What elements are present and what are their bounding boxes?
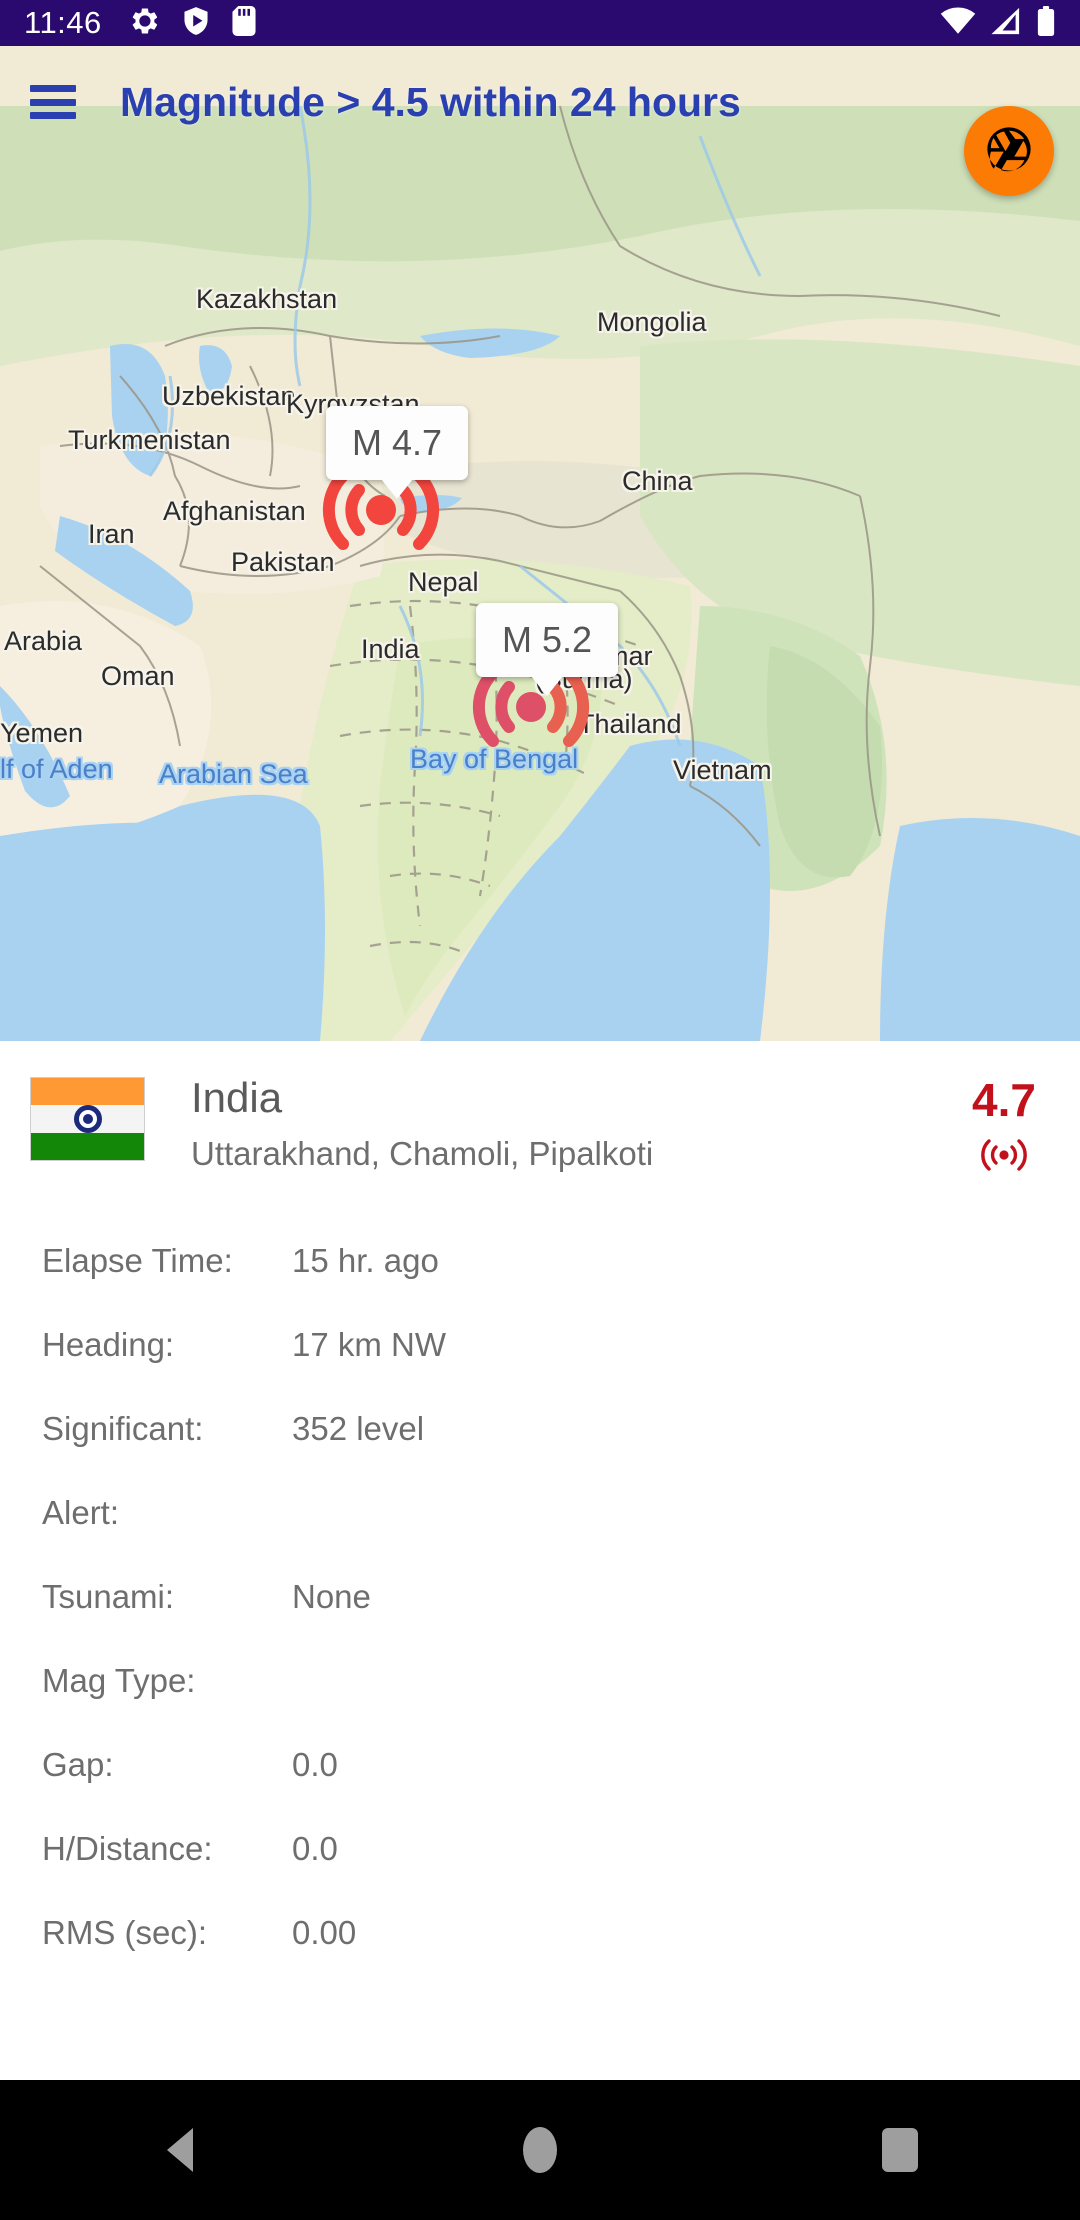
map-canvas xyxy=(0,46,1080,1041)
detail-row: Tsunami: None xyxy=(42,1578,1038,1616)
sd-card-icon xyxy=(232,5,256,41)
seismic-wave-icon xyxy=(972,1137,1036,1178)
india-flag-icon xyxy=(30,1077,145,1161)
event-magnitude-block: 4.7 xyxy=(972,1071,1050,1178)
android-navigation-bar xyxy=(0,2080,1080,2220)
gear-icon xyxy=(130,6,160,41)
status-bar: 11:46 xyxy=(0,0,1080,46)
quake-tooltip[interactable]: M 4.7 xyxy=(326,406,469,499)
cell-signal-icon xyxy=(990,7,1022,40)
battery-icon xyxy=(1036,5,1056,41)
event-detail-list: Elapse Time: 15 hr. ago Heading: 17 km N… xyxy=(0,1188,1080,1952)
detail-row: H/Distance: 0.0 xyxy=(42,1830,1038,1868)
back-button[interactable] xyxy=(120,2080,240,2220)
flag-band-green xyxy=(31,1132,144,1160)
map-label: Gulf of Aden xyxy=(0,754,113,784)
map-label: Thailand xyxy=(578,709,682,739)
detail-label: Heading: xyxy=(42,1326,175,1363)
map-label: India xyxy=(361,634,420,664)
detail-label: Significant: xyxy=(42,1410,204,1447)
detail-row: Elapse Time: 15 hr. ago xyxy=(42,1242,1038,1280)
status-bar-notification-icons xyxy=(130,5,256,41)
earthquake-map[interactable]: Magnitude > 4.5 within 24 hours Kazakhst… xyxy=(0,46,1080,1041)
detail-value: 352 level xyxy=(292,1410,425,1447)
detail-label: Mag Type: xyxy=(42,1662,196,1699)
detail-row: Mag Type: xyxy=(42,1662,1038,1700)
detail-value: 0.00 xyxy=(292,1914,357,1951)
quake-tooltip-label: M 4.7 xyxy=(352,422,443,463)
ashoka-chakra-icon xyxy=(73,1105,102,1133)
quake-tooltip-label: M 5.2 xyxy=(502,619,593,660)
event-place: Uttarakhand, Chamoli, Pipalkoti xyxy=(191,1134,654,1172)
page-title: Magnitude > 4.5 within 24 hours xyxy=(120,78,741,125)
recents-button[interactable] xyxy=(840,2080,960,2220)
map-label: Iran xyxy=(88,519,135,549)
detail-value: 0.0 xyxy=(292,1830,338,1867)
detail-label: H/Distance: xyxy=(42,1830,213,1867)
event-location-block: India Uttarakhand, Chamoli, Pipalkoti xyxy=(191,1071,972,1173)
event-magnitude-value: 4.7 xyxy=(972,1074,1036,1126)
recents-icon xyxy=(882,2128,918,2172)
map-label: Oman xyxy=(101,661,175,691)
map-label: Afghanistan xyxy=(163,496,306,526)
detail-row: Alert: xyxy=(42,1494,1038,1532)
map-label: Yemen xyxy=(0,718,84,748)
home-icon xyxy=(523,2127,557,2173)
quake-tooltip[interactable]: M 5.2 xyxy=(476,603,619,696)
status-bar-clock: 11:46 xyxy=(24,5,102,40)
hamburger-menu-icon[interactable] xyxy=(30,85,76,119)
map-label: Kazakhstan xyxy=(196,284,338,314)
map-label: Arabia xyxy=(4,626,83,656)
status-bar-system-icons xyxy=(940,5,1056,41)
detail-label: Tsunami: xyxy=(42,1578,175,1615)
play-protect-shield-icon xyxy=(182,6,210,41)
flag-band-saffron xyxy=(31,1078,144,1106)
wifi-icon xyxy=(940,6,976,40)
back-icon xyxy=(167,2128,193,2172)
detail-label: Gap: xyxy=(42,1746,114,1783)
app-bar: Magnitude > 4.5 within 24 hours xyxy=(0,46,1080,158)
detail-label: Elapse Time: xyxy=(42,1242,233,1279)
detail-value: 17 km NW xyxy=(292,1326,447,1363)
map-label: Vietnam xyxy=(673,755,772,785)
detail-row: Gap: 0.0 xyxy=(42,1746,1038,1784)
detail-value: 15 hr. ago xyxy=(292,1242,439,1279)
detail-label: Alert: xyxy=(42,1494,120,1531)
detail-row: RMS (sec): 0.00 xyxy=(42,1914,1038,1952)
event-country: India xyxy=(191,1074,283,1121)
map-label: Turkmenistan xyxy=(68,425,231,455)
detail-row: Significant: 352 level xyxy=(42,1410,1038,1448)
map-label: Mongolia xyxy=(597,307,707,337)
map-label: Uzbekistan xyxy=(162,381,296,411)
detail-label: RMS (sec): xyxy=(42,1914,207,1951)
home-button[interactable] xyxy=(480,2080,600,2220)
map-label: China xyxy=(622,466,693,496)
detail-row: Heading: 17 km NW xyxy=(42,1326,1038,1364)
earthquake-detail-panel: India Uttarakhand, Chamoli, Pipalkoti 4.… xyxy=(0,1041,1080,1952)
detail-value: None xyxy=(292,1578,371,1615)
detail-value: 0.0 xyxy=(292,1746,338,1783)
event-summary[interactable]: India Uttarakhand, Chamoli, Pipalkoti 4.… xyxy=(0,1041,1080,1188)
map-label: Arabian Sea xyxy=(159,759,308,789)
map-label: Pakistan xyxy=(231,547,335,577)
